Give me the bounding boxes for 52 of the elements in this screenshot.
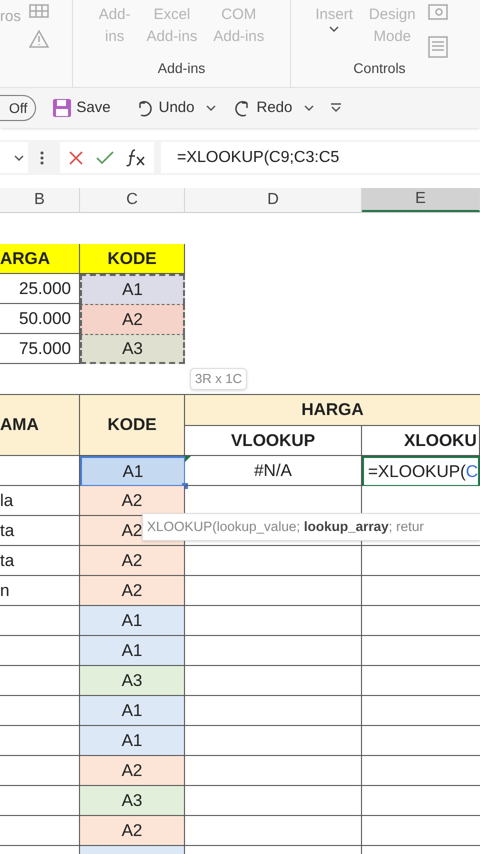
error-indicator-icon — [185, 456, 191, 462]
table-cell: A2 — [80, 546, 185, 576]
table-cell: A2 — [80, 304, 185, 334]
header-cell: ARGA — [0, 244, 80, 274]
properties-icon — [428, 4, 448, 20]
grid-icon — [28, 4, 49, 18]
formula-input[interactable]: =XLOOKUP(C9;C3:C5 — [161, 142, 480, 173]
table-cell: A2 — [80, 756, 185, 786]
cancel-icon[interactable] — [68, 150, 84, 166]
table-cell: A1 — [80, 274, 185, 304]
customize-icon — [330, 103, 342, 113]
function-tooltip: XLOOKUP(lookup_value; lookup_array; retur — [142, 513, 480, 541]
column-header[interactable]: E — [362, 188, 480, 212]
warning-icon — [28, 30, 49, 48]
table-cell: A1 — [80, 606, 185, 636]
table-cell: A1 — [80, 726, 185, 756]
more-icon — [40, 150, 44, 164]
cell-value: #N/A — [254, 460, 292, 482]
table-cell: A3 — [80, 786, 185, 816]
header-cell: HARGA — [185, 395, 480, 426]
toolbar-button[interactable]: Save — [52, 96, 119, 120]
chevron-icon — [14, 154, 24, 160]
table-cell: A1 — [80, 456, 185, 486]
name-box[interactable] — [0, 142, 28, 173]
toolbar-button[interactable]: Undo — [134, 96, 216, 120]
header-cell: KODE — [80, 395, 185, 456]
table-cell: A2 — [80, 576, 185, 606]
enter-check-icon[interactable] — [96, 150, 114, 164]
cell-formula: =XLOOKUP(C — [368, 460, 478, 483]
header-cell: XLOOKU — [362, 426, 480, 456]
group-label: Add-ins — [158, 59, 206, 78]
header-cell: AMA — [0, 395, 80, 456]
table-cell: A2 — [80, 486, 185, 516]
column-header[interactable]: B — [0, 188, 80, 212]
column-header[interactable]: C — [80, 188, 185, 212]
group-label: Controls — [353, 59, 406, 78]
caret-icon — [329, 26, 340, 32]
table-cell: A3 — [80, 334, 185, 364]
table-cell: A1 — [80, 636, 185, 666]
range-size-tooltip: 3R x 1C — [190, 368, 247, 390]
insert-function-icon[interactable] — [126, 148, 146, 166]
table-cell: A3 — [80, 666, 185, 696]
dropdown-caret-icon — [206, 105, 216, 111]
toolbar-button[interactable]: Redo — [232, 96, 314, 120]
table-cell: A2 — [80, 816, 185, 846]
code-sheet-icon — [428, 36, 448, 58]
header-cell: VLOOKUP — [185, 426, 362, 456]
table-cell: A1 — [80, 696, 185, 726]
autosave-toggle[interactable]: Off — [0, 95, 36, 121]
header-cell: KODE — [80, 244, 185, 274]
dropdown-caret-icon — [304, 105, 314, 111]
ribbon-label: ros — [0, 7, 21, 27]
